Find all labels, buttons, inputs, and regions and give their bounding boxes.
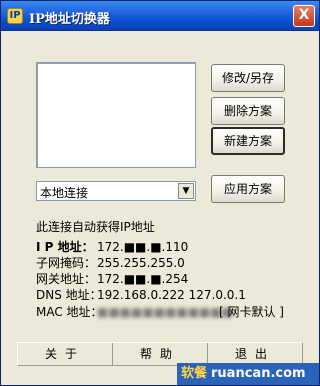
delete-scheme-button[interactable]: 删除方案 bbox=[211, 97, 285, 125]
ip-address-value: 172.■■.■.110 bbox=[97, 240, 189, 254]
watermark-url: ruancan.com bbox=[211, 366, 306, 381]
connection-select[interactable]: 本地连接 ▼ bbox=[36, 181, 196, 201]
gateway-row: 网关地址：172.■■.■.254 bbox=[36, 270, 188, 287]
app-window: IP IP地址切换器 X 修改/另存 删除方案 新建方案 应用方案 本地连接 ▼… bbox=[0, 0, 320, 386]
mac-value: ■■■■■■■■■■■■ bbox=[97, 305, 234, 319]
close-button[interactable]: X bbox=[293, 5, 315, 27]
subnet-mask-value: 255.255.255.0 bbox=[97, 256, 185, 270]
help-button[interactable]: 帮助 bbox=[113, 343, 208, 365]
scheme-list[interactable] bbox=[36, 62, 196, 168]
gateway-label: 网关地址： bbox=[36, 272, 97, 286]
ip-address-row: I P 地址： 172.■■.■.110 bbox=[36, 238, 188, 255]
connection-select-value: 本地连接 bbox=[40, 186, 89, 200]
close-icon: X bbox=[298, 7, 310, 23]
new-scheme-button[interactable]: 新建方案 bbox=[211, 127, 285, 155]
modify-save-button[interactable]: 修改/另存 bbox=[211, 64, 285, 92]
connection-status: 此连接自动获得IP地址 bbox=[36, 220, 155, 234]
dns-label: DNS 地址： bbox=[36, 288, 102, 302]
app-icon: IP bbox=[7, 8, 23, 24]
subnet-mask-row: 子网掩码：255.255.255.0 bbox=[36, 254, 185, 271]
site-watermark: 软餐 ruancan.com bbox=[177, 363, 319, 385]
ip-address-label: I P 地址： bbox=[36, 240, 94, 254]
subnet-mask-label: 子网掩码： bbox=[36, 256, 97, 270]
watermark-cn: 软餐 bbox=[181, 366, 208, 381]
apply-scheme-button[interactable]: 应用方案 bbox=[211, 175, 285, 203]
nic-default-link[interactable]: [ 网卡默认 ] bbox=[219, 303, 284, 320]
window-title: IP地址切换器 bbox=[29, 12, 110, 27]
chevron-down-icon[interactable]: ▼ bbox=[178, 183, 194, 199]
mac-row: MAC 地址：■■■■■■■■■■■■ bbox=[36, 303, 233, 320]
title-bar[interactable]: IP IP地址切换器 X bbox=[1, 1, 319, 31]
dns-value: 192.168.0.222 127.0.0.1 bbox=[97, 288, 246, 302]
dns-row: DNS 地址：192.168.0.222 127.0.0.1 bbox=[36, 286, 246, 303]
mac-label: MAC 地址： bbox=[36, 305, 103, 319]
gateway-value: 172.■■.■.254 bbox=[97, 272, 189, 286]
about-button[interactable]: 关于 bbox=[18, 343, 113, 365]
exit-button[interactable]: 退出 bbox=[208, 343, 302, 365]
